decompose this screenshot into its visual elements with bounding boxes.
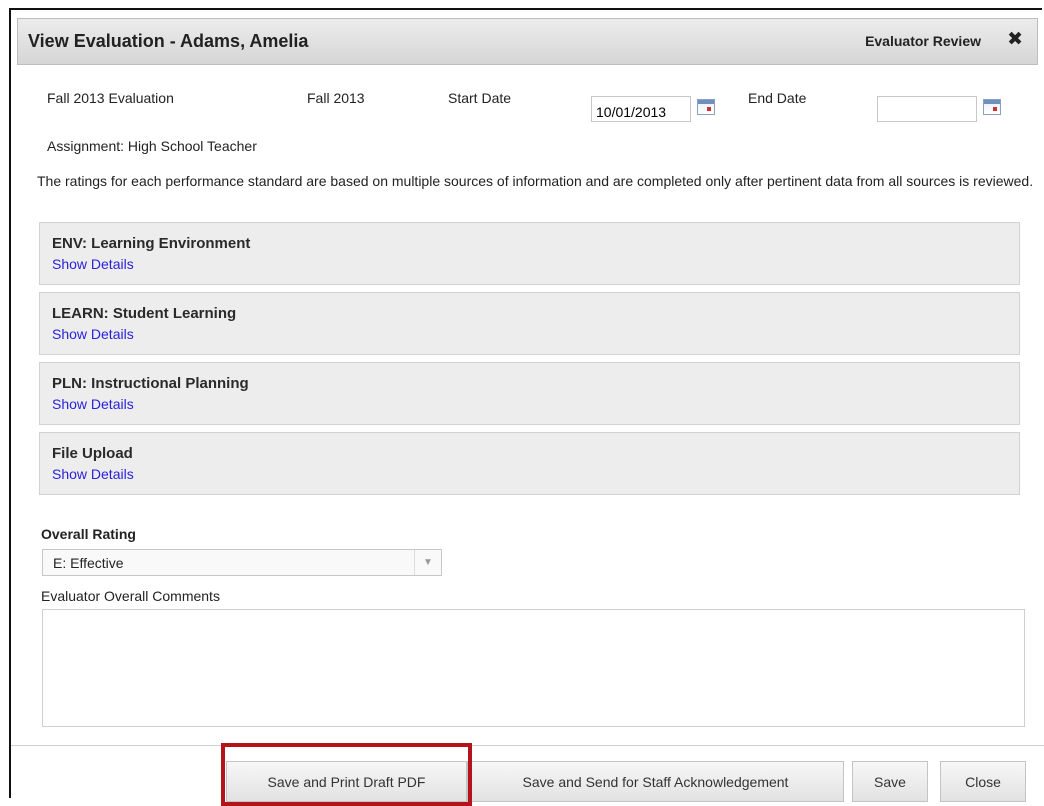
assignment-text: Assignment: High School Teacher: [47, 138, 257, 154]
section-title: ENV: Learning Environment: [52, 235, 251, 252]
comments-label: Evaluator Overall Comments: [41, 588, 220, 604]
evaluation-term: Fall 2013: [307, 90, 365, 106]
close-button[interactable]: Close: [940, 761, 1026, 802]
section-title: PLN: Instructional Planning: [52, 375, 249, 392]
chevron-down-icon[interactable]: ▼: [414, 550, 441, 575]
save-send-acknowledgement-button[interactable]: Save and Send for Staff Acknowledgement: [467, 761, 844, 802]
footer-divider: [11, 745, 1044, 746]
evaluation-status: Evaluator Review: [865, 33, 981, 49]
section-title: LEARN: Student Learning: [52, 305, 237, 322]
show-details-link[interactable]: Show Details: [52, 466, 134, 482]
start-date-label: Start Date: [448, 90, 512, 106]
close-icon[interactable]: ✖: [1007, 30, 1023, 50]
section-learning-environment: ENV: Learning Environment Show Details: [39, 222, 1020, 285]
show-details-link[interactable]: Show Details: [52, 396, 134, 412]
end-date-label: End Date: [748, 90, 807, 106]
section-title: File Upload: [52, 445, 133, 462]
evaluation-dialog: View Evaluation - Adams, Amelia Evaluato…: [9, 8, 1044, 806]
overall-rating-value: E: Effective: [53, 555, 124, 571]
intro-text: The ratings for each performance standar…: [37, 173, 1034, 189]
dialog-titlebar: View Evaluation - Adams, Amelia Evaluato…: [17, 18, 1038, 65]
dialog-title: View Evaluation - Adams, Amelia: [28, 31, 309, 51]
evaluation-name: Fall 2013 Evaluation: [47, 90, 174, 106]
comments-textarea[interactable]: [42, 609, 1025, 727]
save-print-draft-pdf-button[interactable]: Save and Print Draft PDF: [226, 761, 467, 802]
save-button[interactable]: Save: [852, 761, 928, 802]
section-instructional-planning: PLN: Instructional Planning Show Details: [39, 362, 1020, 425]
end-date-input[interactable]: [877, 96, 977, 122]
start-date-input[interactable]: [591, 96, 691, 122]
overall-rating-select[interactable]: E: Effective ▼: [42, 549, 442, 576]
calendar-icon[interactable]: [697, 99, 715, 115]
show-details-link[interactable]: Show Details: [52, 326, 134, 342]
overall-rating-label: Overall Rating: [41, 526, 136, 542]
calendar-icon[interactable]: [983, 99, 1001, 115]
show-details-link[interactable]: Show Details: [52, 256, 134, 272]
section-student-learning: LEARN: Student Learning Show Details: [39, 292, 1020, 355]
section-file-upload: File Upload Show Details: [39, 432, 1020, 495]
